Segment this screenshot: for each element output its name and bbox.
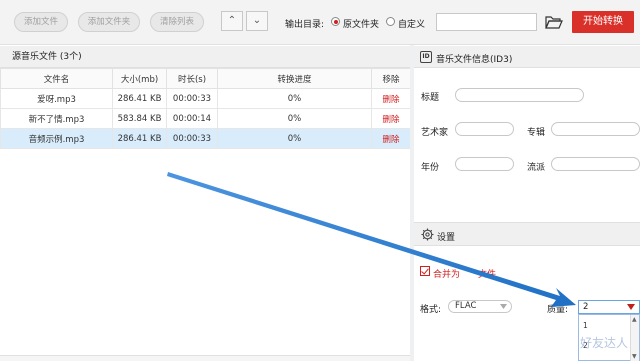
toolbar: 添加文件 添加文件夹 清除列表 ⌃ ⌄ 输出目录: 原文件夹 自定义 开始转换 <box>0 0 640 45</box>
artist-field[interactable] <box>455 122 514 136</box>
file-size-cell: 286.41 KB <box>112 128 167 149</box>
file-name-cell: 爱呀.mp3 <box>0 88 113 109</box>
year-label: 年份 <box>421 163 440 173</box>
column-header-size: 大小(mb) <box>112 68 167 89</box>
column-header-duration: 时长(s) <box>166 68 218 89</box>
merge-label-b: 文件 <box>478 270 497 280</box>
chevron-up-icon: ⌃ <box>227 15 237 26</box>
column-header-name: 文件名 <box>0 68 113 89</box>
chevron-up-icon[interactable]: ▲ <box>632 316 637 323</box>
format-value: FLAC <box>455 301 477 311</box>
quality-option[interactable]: 1 <box>583 321 588 330</box>
chevron-down-icon: ⌄ <box>252 15 262 26</box>
folder-open-icon[interactable] <box>545 14 563 30</box>
year-field[interactable] <box>455 157 514 171</box>
delete-link[interactable]: 删除 <box>371 108 411 129</box>
file-progress-cell: 0% <box>217 108 372 129</box>
file-name-cell: 音频示例.mp3 <box>0 128 113 149</box>
quality-value: 2 <box>583 302 589 312</box>
album-label: 专辑 <box>527 128 546 138</box>
file-size-cell: 583.84 KB <box>112 108 167 129</box>
album-field[interactable] <box>551 122 640 136</box>
move-up-button[interactable]: ⌃ <box>221 11 243 31</box>
add-file-button[interactable]: 添加文件 <box>14 12 68 32</box>
table-row[interactable]: 新不了情.mp3 583.84 KB 00:00:14 0% 删除 <box>0 108 411 129</box>
title-field[interactable] <box>455 88 584 102</box>
table-row-selected[interactable]: 音频示例.mp3 286.41 KB 00:00:33 0% 删除 <box>0 128 411 149</box>
delete-link[interactable]: 删除 <box>371 88 411 109</box>
option-original-label: 原文件夹 <box>343 20 380 30</box>
file-progress-cell: 0% <box>217 128 372 149</box>
output-dir-label: 输出目录: <box>285 20 325 30</box>
file-table: 文件名 大小(mb) 时长(s) 转换进度 移除 爱呀.mp3 286.41 K… <box>0 68 411 149</box>
id3-panel-title: 音乐文件信息(ID3) <box>436 55 513 65</box>
artist-label: 艺术家 <box>421 128 449 138</box>
radio-original-folder[interactable] <box>331 17 340 26</box>
add-folder-button[interactable]: 添加文件夹 <box>78 12 140 32</box>
id-tag-icon: ID <box>420 51 432 63</box>
format-label: 格式: <box>420 305 442 315</box>
table-row[interactable]: 爱呀.mp3 286.41 KB 00:00:33 0% 删除 <box>0 88 411 109</box>
files-panel-title: 源音乐文件 (3个) <box>0 46 410 68</box>
file-duration-cell: 00:00:33 <box>166 88 218 109</box>
dropdown-scrollbar[interactable]: ▲ ▼ <box>630 315 639 361</box>
chevron-down-icon <box>627 304 635 310</box>
radio-custom-folder[interactable] <box>386 17 395 26</box>
settings-header: 设置 <box>414 222 640 246</box>
output-dir-input[interactable] <box>436 13 537 31</box>
clear-list-button[interactable]: 清除列表 <box>150 12 204 32</box>
genre-label: 流派 <box>527 163 546 173</box>
format-select[interactable]: FLAC <box>448 300 512 313</box>
file-progress-cell: 0% <box>217 88 372 109</box>
table-header-row: 文件名 大小(mb) 时长(s) 转换进度 移除 <box>0 68 411 89</box>
file-name-cell: 新不了情.mp3 <box>0 108 113 129</box>
title-label: 标题 <box>421 93 440 103</box>
column-header-progress: 转换进度 <box>217 68 372 89</box>
gear-icon <box>421 228 434 241</box>
id3-panel-header: ID 音乐文件信息(ID3) <box>414 46 640 68</box>
merge-checkbox[interactable] <box>420 266 430 276</box>
genre-field[interactable] <box>551 157 640 171</box>
file-duration-cell: 00:00:33 <box>166 128 218 149</box>
start-convert-button[interactable]: 开始转换 <box>572 11 634 33</box>
quality-label: 质量: <box>547 305 569 315</box>
chevron-down-icon[interactable]: ▼ <box>632 353 637 360</box>
move-down-button[interactable]: ⌄ <box>246 11 268 31</box>
option-custom-label: 自定义 <box>398 20 426 30</box>
panel-divider[interactable] <box>410 45 414 361</box>
chevron-down-icon <box>500 304 507 309</box>
quality-select[interactable]: 2 <box>578 300 640 314</box>
merge-label-a: 合并为 <box>433 270 461 280</box>
column-header-remove: 移除 <box>371 68 411 89</box>
watermark-text: 好友达人 <box>580 336 629 350</box>
settings-title: 设置 <box>437 233 456 243</box>
status-strip <box>0 355 410 361</box>
delete-link[interactable]: 删除 <box>371 128 411 149</box>
file-size-cell: 286.41 KB <box>112 88 167 109</box>
file-duration-cell: 00:00:14 <box>166 108 218 129</box>
